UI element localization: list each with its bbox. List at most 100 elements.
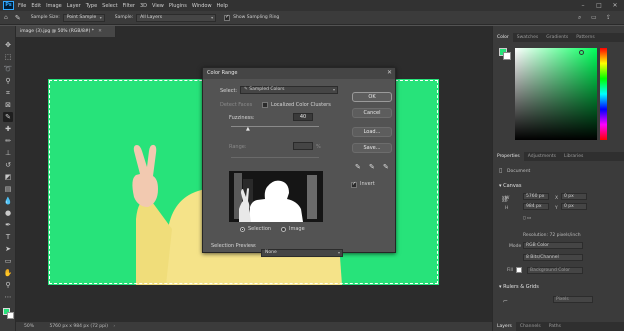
tab-libraries[interactable]: Libraries xyxy=(560,152,587,161)
select-dropdown[interactable]: ✎ Sampled Colors ▾ xyxy=(240,86,338,94)
menu-view[interactable]: View xyxy=(152,3,164,9)
fill-swatch[interactable] xyxy=(516,267,522,273)
close-dialog-icon[interactable]: ✕ xyxy=(387,69,392,76)
link-icon[interactable]: ⛓ xyxy=(501,196,509,203)
canvas-section-title[interactable]: ▾ Canvas xyxy=(499,183,521,189)
frame-tool-icon[interactable]: ⊠ xyxy=(3,100,13,110)
menu-type[interactable]: Type xyxy=(86,3,97,9)
menu-filter[interactable]: Filter xyxy=(123,3,135,9)
brush-tool-icon[interactable]: ✏ xyxy=(3,136,13,146)
range-input[interactable] xyxy=(293,142,313,150)
mode-select[interactable]: RGB Color xyxy=(523,242,583,249)
lasso-tool-icon[interactable]: ➰ xyxy=(3,64,13,74)
eyedropper-small-icon: ✎ xyxy=(244,87,248,92)
sample-select[interactable]: All Layers ▾ xyxy=(136,13,217,22)
workspace-icon[interactable]: ▭ xyxy=(591,14,597,21)
close-tab-icon[interactable]: ✕ xyxy=(98,29,102,34)
more-tools-icon[interactable]: ⋯ xyxy=(3,292,13,302)
tab-layers[interactable]: Layers xyxy=(493,322,516,331)
tab-adjustments[interactable]: Adjustments xyxy=(524,152,560,161)
fuzziness-input[interactable]: 40 xyxy=(293,113,313,121)
ruler-units-select[interactable]: Pixels xyxy=(553,296,593,303)
ok-button[interactable]: OK xyxy=(352,92,392,102)
eyedropper-preset-icon[interactable]: ✎ xyxy=(15,14,21,22)
height-field[interactable]: 984 px xyxy=(523,203,549,210)
clone-stamp-tool-icon[interactable]: ⊥ xyxy=(3,148,13,158)
orientation-icons[interactable]: ▯ ▭ xyxy=(523,216,531,221)
menu-help[interactable]: Help xyxy=(217,3,228,9)
eyedropper-minus-icon[interactable]: ✎ xyxy=(383,163,389,171)
minimize-icon[interactable]: – xyxy=(576,0,590,11)
menu-layer[interactable]: Layer xyxy=(67,3,81,9)
close-window-icon[interactable]: ✕ xyxy=(608,0,622,11)
crop-tool-icon[interactable]: ⌗ xyxy=(3,88,13,98)
tab-swatches[interactable]: Swatches xyxy=(513,33,543,42)
image-radio[interactable] xyxy=(281,227,286,232)
zoom-tool-icon[interactable]: ⚲ xyxy=(3,280,13,290)
marquee-tool-icon[interactable]: ⬚ xyxy=(3,52,13,62)
dodge-tool-icon[interactable]: ● xyxy=(3,208,13,218)
move-tool-icon[interactable]: ✥ xyxy=(3,40,13,50)
sample-size-select[interactable]: Point Sample ▾ xyxy=(62,13,105,22)
home-icon[interactable]: ⌂ xyxy=(4,14,8,21)
type-tool-icon[interactable]: T xyxy=(3,232,13,242)
selection-preview-dropdown[interactable]: None ▾ xyxy=(261,249,343,257)
x-field[interactable]: 0 px xyxy=(561,193,587,200)
tab-channels[interactable]: Channels xyxy=(516,322,545,331)
history-brush-tool-icon[interactable]: ↺ xyxy=(3,160,13,170)
tab-gradients[interactable]: Gradients xyxy=(542,33,572,42)
invert-checkbox[interactable] xyxy=(351,181,357,188)
eraser-tool-icon[interactable]: ◩ xyxy=(3,172,13,182)
fuzziness-slider-thumb[interactable]: ▲ xyxy=(246,126,250,132)
menu-select[interactable]: Select xyxy=(102,3,117,9)
tab-color[interactable]: Color xyxy=(493,33,513,42)
eyedropper-icon[interactable]: ✎ xyxy=(355,163,361,171)
x-label: X xyxy=(555,196,559,201)
hand-tool-icon[interactable]: ✋ xyxy=(3,268,13,278)
eyedropper-tool-icon[interactable]: ✎ xyxy=(3,112,13,122)
path-select-tool-icon[interactable]: ➤ xyxy=(3,244,13,254)
menu-edit[interactable]: Edit xyxy=(31,3,41,9)
width-field[interactable]: 5760 px xyxy=(523,193,549,200)
cancel-button[interactable]: Cancel xyxy=(352,108,392,118)
color-picker-cursor[interactable] xyxy=(579,50,584,55)
gradient-tool-icon[interactable]: ▤ xyxy=(3,184,13,194)
selection-radio[interactable] xyxy=(240,227,245,232)
save-button[interactable]: Save... xyxy=(352,143,392,153)
zoom-level[interactable]: 50% xyxy=(24,324,34,329)
rulers-section-title[interactable]: ▾ Rulers & Grids xyxy=(499,284,539,290)
tab-paths[interactable]: Paths xyxy=(545,322,565,331)
fuzziness-slider-track[interactable] xyxy=(231,126,319,127)
rectangle-tool-icon[interactable]: ▭ xyxy=(3,256,13,266)
tab-patterns[interactable]: Patterns xyxy=(572,33,599,42)
pen-tool-icon[interactable]: ✒ xyxy=(3,220,13,230)
background-color-swatch[interactable] xyxy=(7,312,14,319)
fill-select[interactable]: Background Color xyxy=(527,267,583,274)
menu-plugins[interactable]: Plugins xyxy=(169,3,187,9)
menu-3d[interactable]: 3D xyxy=(140,3,147,9)
color-picker-field[interactable] xyxy=(515,48,597,140)
share-icon[interactable]: ⇪ xyxy=(606,14,611,21)
depth-value: 8 Bits/Channel xyxy=(526,255,559,260)
blur-tool-icon[interactable]: 💧 xyxy=(3,196,13,206)
chevron-down-icon: ▾ xyxy=(99,14,102,20)
menu-image[interactable]: Image xyxy=(46,3,62,9)
quick-select-tool-icon[interactable]: ⚲ xyxy=(3,76,13,86)
localized-clusters-checkbox[interactable] xyxy=(262,102,268,108)
show-ring-checkbox[interactable] xyxy=(224,14,231,21)
load-button[interactable]: Load... xyxy=(352,127,392,137)
document-tab[interactable]: image (3).jpg @ 50% (RGB/8#) * ✕ xyxy=(16,26,116,37)
depth-select[interactable]: 8 Bits/Channel xyxy=(523,254,583,261)
chevron-right-icon[interactable]: › xyxy=(113,324,115,329)
search-icon[interactable]: ⌕ xyxy=(578,14,581,22)
menu-file[interactable]: File xyxy=(18,3,26,9)
bg-color-chip[interactable] xyxy=(503,52,511,60)
hue-slider[interactable] xyxy=(600,48,607,140)
range-slider-track[interactable] xyxy=(231,157,319,158)
eyedropper-plus-icon[interactable]: ✎ xyxy=(369,163,375,171)
tab-properties[interactable]: Properties xyxy=(493,152,524,161)
menu-window[interactable]: Window xyxy=(192,3,212,9)
maximize-icon[interactable]: □ xyxy=(592,0,606,11)
healing-brush-tool-icon[interactable]: ✚ xyxy=(3,124,13,134)
y-field[interactable]: 0 px xyxy=(561,203,587,210)
